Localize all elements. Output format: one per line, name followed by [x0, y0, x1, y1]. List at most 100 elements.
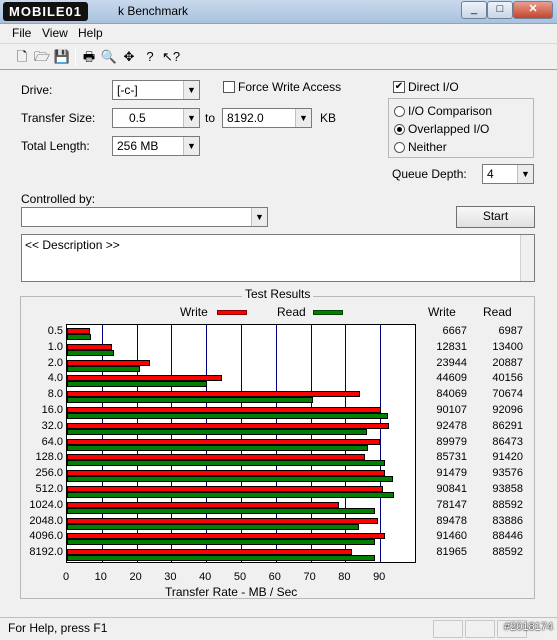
- controlled-by-select[interactable]: ▼: [21, 207, 268, 227]
- category-label: 512.0: [35, 482, 63, 495]
- read-bar: [67, 381, 207, 388]
- read-value: 88592: [492, 498, 523, 511]
- read-bar: [67, 539, 375, 546]
- category-label: 1024.0: [29, 498, 63, 511]
- grid-line: [380, 325, 381, 562]
- transfer-size-label: Transfer Size:: [21, 111, 96, 125]
- move-icon[interactable]: ✥: [120, 48, 138, 66]
- queue-depth-select[interactable]: 4 ▼: [482, 164, 534, 184]
- write-value: 23944: [436, 356, 467, 369]
- drive-select[interactable]: [-c-] ▼: [112, 80, 200, 100]
- category-label: 128.0: [35, 451, 63, 464]
- read-bar: [67, 428, 367, 435]
- category-label: 1.0: [47, 340, 63, 353]
- read-value: 40156: [492, 372, 523, 385]
- category-label: 4096.0: [29, 530, 63, 543]
- menu-help[interactable]: Help: [78, 26, 103, 40]
- chevron-down-icon: ▼: [295, 109, 311, 127]
- category-label: 32.0: [41, 419, 63, 432]
- write-value: 12831: [436, 340, 467, 353]
- legend-write-label: Write: [180, 305, 208, 319]
- category-label: 0.5: [47, 324, 63, 337]
- read-value: 88592: [492, 546, 523, 559]
- test-results-title: Test Results: [242, 287, 314, 301]
- category-label: 16.0: [41, 403, 63, 416]
- read-value: 93858: [492, 482, 523, 495]
- read-column-header: Read: [483, 305, 512, 319]
- menu-bar: File View Help: [0, 24, 557, 43]
- neither-label: Neither: [408, 140, 447, 154]
- new-file-icon[interactable]: 🗋: [13, 48, 31, 66]
- neither-radio[interactable]: [394, 142, 405, 153]
- read-value: 88446: [492, 530, 523, 543]
- total-length-select[interactable]: 256 MB ▼: [112, 136, 200, 156]
- title-bar: MOBILE01 k Benchmark _ □ ✕: [0, 0, 557, 24]
- open-folder-icon[interactable]: 🗁: [33, 48, 51, 66]
- x-tick-label: 30: [164, 571, 177, 583]
- category-label: 64.0: [41, 435, 63, 448]
- read-value: 83886: [492, 514, 523, 527]
- maximize-button[interactable]: □: [487, 1, 513, 19]
- menu-file[interactable]: File: [12, 26, 31, 40]
- chevron-down-icon: ▼: [517, 165, 533, 183]
- write-value: 89979: [436, 435, 467, 448]
- description-text: << Description >>: [25, 238, 120, 252]
- category-label: 256.0: [35, 467, 63, 480]
- print-preview-icon[interactable]: 🔍: [100, 48, 118, 66]
- to-label: to: [205, 111, 216, 125]
- read-bar: [67, 413, 388, 419]
- transfer-to-value: 8192.0: [227, 111, 264, 125]
- legend-read-label: Read: [277, 305, 306, 319]
- radio-selected-dot: [397, 127, 402, 132]
- start-button[interactable]: Start: [456, 206, 535, 228]
- x-tick-label: 90: [373, 571, 386, 583]
- force-write-checkbox[interactable]: [223, 81, 235, 93]
- read-bar: [67, 555, 375, 562]
- overlapped-io-radio[interactable]: [394, 124, 405, 135]
- transfer-rate-plot: [66, 324, 416, 563]
- direct-io-checkbox[interactable]: ✔: [393, 81, 405, 93]
- legend-write-swatch: [217, 310, 247, 315]
- minimize-button[interactable]: _: [461, 1, 487, 19]
- read-value: 13400: [492, 340, 523, 353]
- io-comparison-radio[interactable]: [394, 106, 405, 117]
- description-field[interactable]: << Description >>: [21, 234, 535, 282]
- write-value: 78147: [436, 498, 467, 511]
- window-title: k Benchmark: [118, 4, 189, 18]
- transfer-from-select[interactable]: 0.5 ▼: [112, 108, 200, 128]
- description-scrollbar[interactable]: [520, 235, 534, 281]
- transfer-to-select[interactable]: 8192.0 ▼: [222, 108, 312, 128]
- read-bar: [67, 523, 359, 530]
- direct-io-label: Direct I/O: [408, 80, 459, 94]
- read-value: 91420: [492, 451, 523, 464]
- menu-view[interactable]: View: [42, 26, 68, 40]
- controlled-by-label: Controlled by:: [21, 192, 96, 206]
- status-bar: For Help, press F1 #2018174: [0, 617, 557, 640]
- status-cell: [433, 620, 463, 638]
- x-axis-label: Transfer Rate - MB / Sec: [165, 585, 298, 599]
- toolbar: 🗋 🗁 💾 🖶 🔍 ✥ ? ↖?: [0, 43, 557, 70]
- legend-read-swatch: [313, 310, 343, 315]
- write-value: 92478: [436, 419, 467, 432]
- read-value: 86473: [492, 435, 523, 448]
- read-bar: [67, 460, 385, 467]
- category-label: 8.0: [47, 388, 63, 401]
- write-value: 85731: [436, 451, 467, 464]
- write-column-header: Write: [428, 305, 456, 319]
- x-tick-label: 70: [303, 571, 316, 583]
- print-icon[interactable]: 🖶: [80, 48, 98, 66]
- category-label: 4.0: [47, 372, 63, 385]
- save-icon[interactable]: 💾: [53, 48, 71, 66]
- write-value: 84069: [436, 388, 467, 401]
- read-value: 93576: [492, 467, 523, 480]
- write-value: 90107: [436, 403, 467, 416]
- drive-value: [-c-]: [117, 83, 138, 97]
- help-icon[interactable]: ?: [141, 48, 159, 66]
- close-button[interactable]: ✕: [513, 1, 553, 19]
- read-value: 6987: [498, 324, 523, 337]
- force-write-label: Force Write Access: [238, 80, 342, 94]
- category-label: 2.0: [47, 356, 63, 369]
- kb-label: KB: [320, 111, 337, 125]
- read-bar: [67, 507, 375, 514]
- context-help-icon[interactable]: ↖?: [162, 48, 180, 66]
